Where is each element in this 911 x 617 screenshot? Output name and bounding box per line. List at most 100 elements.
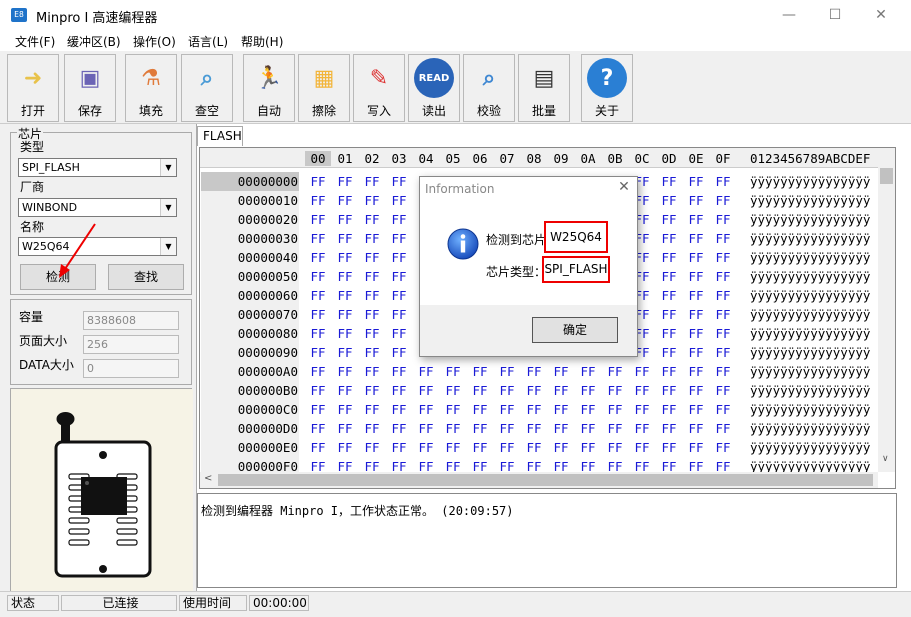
vertical-scrollbar[interactable]: ∨ [878, 148, 895, 472]
hex-byte[interactable]: FF [656, 305, 682, 324]
hex-byte[interactable]: FF [332, 229, 358, 248]
toolbar-button-4[interactable]: 🏃 自动 [243, 54, 295, 122]
hex-byte[interactable]: FF [521, 362, 547, 381]
menu-help[interactable]: 帮助(H) [241, 33, 283, 50]
hex-byte[interactable]: FF [710, 400, 736, 419]
hex-byte[interactable]: FF [656, 248, 682, 267]
hex-byte[interactable]: FF [467, 419, 493, 438]
hex-byte[interactable]: FF [656, 381, 682, 400]
hex-byte[interactable]: FF [683, 229, 709, 248]
hex-byte[interactable]: FF [575, 438, 601, 457]
hex-byte[interactable]: FF [710, 210, 736, 229]
hex-byte[interactable]: FF [332, 419, 358, 438]
hex-byte[interactable]: FF [305, 191, 331, 210]
hex-byte[interactable]: FF [629, 400, 655, 419]
hex-byte[interactable]: FF [629, 381, 655, 400]
hex-byte[interactable]: FF [440, 419, 466, 438]
hex-byte[interactable]: FF [386, 210, 412, 229]
hex-byte[interactable]: FF [521, 400, 547, 419]
hex-byte[interactable]: FF [359, 343, 385, 362]
hex-byte[interactable]: FF [332, 210, 358, 229]
chevron-down-icon[interactable]: ▼ [160, 159, 176, 176]
hex-byte[interactable]: FF [413, 381, 439, 400]
hex-byte[interactable]: FF [386, 286, 412, 305]
hex-byte[interactable]: FF [710, 286, 736, 305]
hex-byte[interactable]: FF [656, 229, 682, 248]
hex-byte[interactable]: FF [494, 419, 520, 438]
hex-byte[interactable]: FF [656, 267, 682, 286]
hex-byte[interactable]: FF [710, 362, 736, 381]
hex-byte[interactable]: FF [305, 229, 331, 248]
hex-byte[interactable]: FF [305, 248, 331, 267]
hex-byte[interactable]: FF [548, 400, 574, 419]
hex-byte[interactable]: FF [683, 419, 709, 438]
hex-byte[interactable]: FF [440, 400, 466, 419]
maximize-button[interactable]: ☐ [812, 0, 858, 30]
hex-byte[interactable]: FF [386, 305, 412, 324]
hex-byte[interactable]: FF [305, 419, 331, 438]
hex-byte[interactable]: FF [710, 381, 736, 400]
hex-byte[interactable]: FF [494, 362, 520, 381]
hex-byte[interactable]: FF [413, 362, 439, 381]
hex-byte[interactable]: FF [332, 381, 358, 400]
hex-byte[interactable]: FF [710, 229, 736, 248]
toolbar-button-10[interactable]: ? 关于 [581, 54, 633, 122]
hex-byte[interactable]: FF [683, 191, 709, 210]
hex-byte[interactable]: FF [575, 381, 601, 400]
toolbar-button-0[interactable]: ➜ 打开 [7, 54, 59, 122]
hex-byte[interactable]: FF [629, 419, 655, 438]
hex-byte[interactable]: FF [386, 343, 412, 362]
hex-byte[interactable]: FF [359, 438, 385, 457]
hex-byte[interactable]: FF [494, 438, 520, 457]
hex-byte[interactable]: FF [683, 248, 709, 267]
menu-buffer[interactable]: 缓冲区(B) [67, 33, 121, 50]
hex-byte[interactable]: FF [656, 210, 682, 229]
hex-byte[interactable]: FF [467, 362, 493, 381]
hex-byte[interactable]: FF [521, 438, 547, 457]
hex-byte[interactable]: FF [386, 324, 412, 343]
hex-byte[interactable]: FF [386, 362, 412, 381]
hex-byte[interactable]: FF [710, 248, 736, 267]
hex-byte[interactable]: FF [386, 248, 412, 267]
hex-byte[interactable]: FF [359, 210, 385, 229]
hex-byte[interactable]: FF [359, 248, 385, 267]
hex-byte[interactable]: FF [683, 343, 709, 362]
hex-byte[interactable]: FF [305, 438, 331, 457]
hex-byte[interactable]: FF [656, 362, 682, 381]
hex-byte[interactable]: FF [683, 324, 709, 343]
hex-byte[interactable]: FF [386, 267, 412, 286]
hex-byte[interactable]: FF [683, 267, 709, 286]
hex-byte[interactable]: FF [305, 210, 331, 229]
hex-byte[interactable]: FF [359, 191, 385, 210]
hex-byte[interactable]: FF [683, 362, 709, 381]
horizontal-scrollbar[interactable]: < [200, 472, 878, 488]
hex-byte[interactable]: FF [440, 362, 466, 381]
hex-byte[interactable]: FF [386, 381, 412, 400]
hex-byte[interactable]: FF [305, 343, 331, 362]
hex-byte[interactable]: FF [710, 267, 736, 286]
hex-byte[interactable]: FF [683, 286, 709, 305]
hex-byte[interactable]: FF [386, 419, 412, 438]
hex-byte[interactable]: FF [359, 229, 385, 248]
hex-byte[interactable]: FF [359, 305, 385, 324]
hex-byte[interactable]: FF [629, 438, 655, 457]
chevron-down-icon[interactable]: ▼ [160, 199, 176, 216]
toolbar-button-9[interactable]: ▤ 批量 [518, 54, 570, 122]
hex-byte[interactable]: FF [494, 381, 520, 400]
hex-byte[interactable]: FF [359, 381, 385, 400]
vendor-select[interactable]: WINBOND ▼ [18, 198, 177, 217]
chevron-down-icon[interactable]: ▼ [160, 238, 176, 255]
hex-byte[interactable]: FF [467, 381, 493, 400]
hex-byte[interactable]: FF [602, 362, 628, 381]
hex-byte[interactable]: FF [413, 400, 439, 419]
tab-flash[interactable]: FLASH [197, 126, 243, 146]
ok-button[interactable]: 确定 [532, 317, 618, 343]
hex-byte[interactable]: FF [305, 362, 331, 381]
hex-byte[interactable]: FF [386, 172, 412, 191]
hex-byte[interactable]: FF [656, 438, 682, 457]
hex-byte[interactable]: FF [332, 286, 358, 305]
type-select[interactable]: SPI_FLASH ▼ [18, 158, 177, 177]
toolbar-button-1[interactable]: ▣ 保存 [64, 54, 116, 122]
hex-byte[interactable]: FF [656, 419, 682, 438]
hex-byte[interactable]: FF [332, 191, 358, 210]
